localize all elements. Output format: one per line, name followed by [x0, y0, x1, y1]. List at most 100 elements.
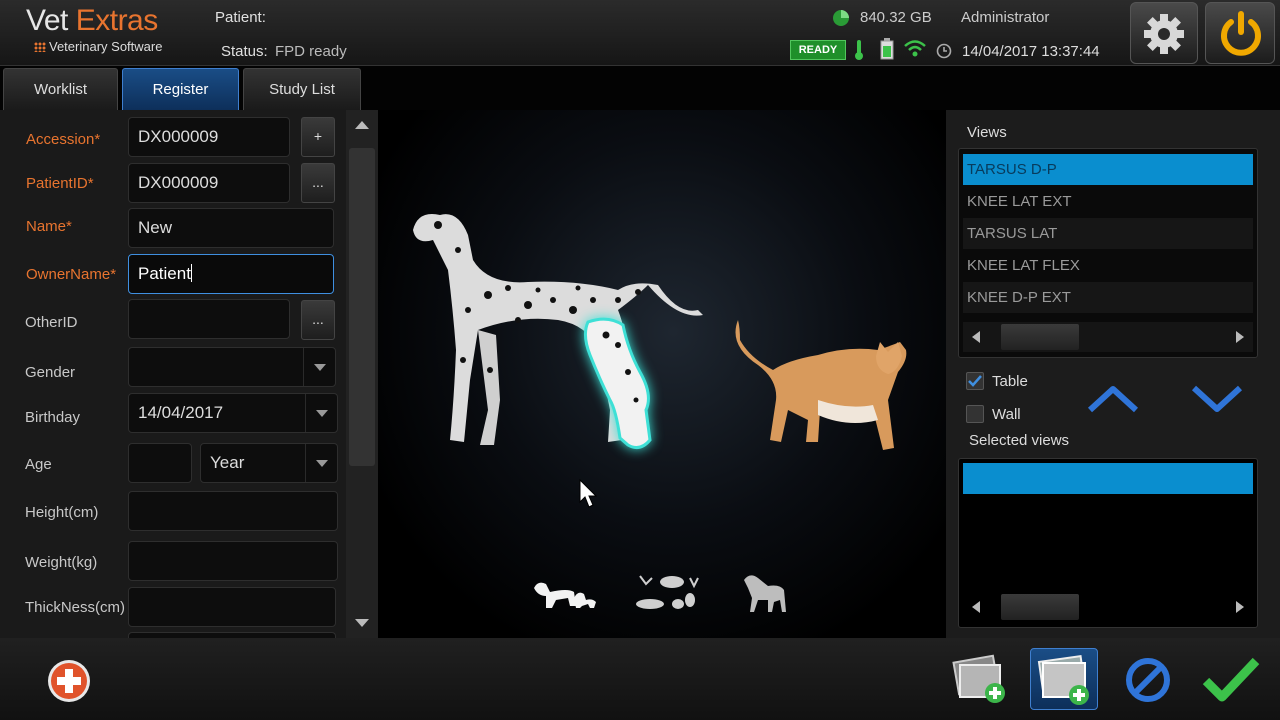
ready-badge: READY — [790, 40, 846, 60]
mouse-cursor — [579, 478, 598, 508]
chevron-up-icon[interactable] — [1086, 384, 1140, 414]
tab-worklist[interactable]: Worklist — [3, 68, 118, 110]
gear-icon — [1144, 14, 1184, 54]
other-id-input[interactable] — [128, 299, 290, 339]
gender-label: Gender — [25, 364, 76, 381]
scroll-up-icon[interactable] — [355, 120, 369, 130]
accession-input[interactable]: DX000009 — [128, 117, 290, 157]
patient-id-label: PatientID* — [26, 175, 94, 192]
age-input[interactable] — [128, 443, 192, 483]
selected-views-hscrollbar[interactable] — [963, 592, 1253, 622]
status-label: Status: — [221, 43, 268, 60]
age-label: Age — [25, 456, 52, 473]
highlighted-hind-leg[interactable] — [583, 317, 652, 450]
scroll-left-icon[interactable] — [971, 601, 981, 613]
scroll-left-icon[interactable] — [971, 331, 981, 343]
tab-study-list[interactable]: Study List — [243, 68, 361, 110]
datetime: 14/04/2017 13:37:44 — [962, 43, 1100, 60]
add-patient-icon — [48, 660, 90, 702]
chevron-down-icon — [305, 444, 337, 482]
power-icon — [1221, 11, 1261, 56]
thickness-input[interactable] — [128, 587, 336, 627]
text-cursor — [190, 264, 192, 282]
cancel-icon — [1126, 658, 1170, 702]
gender-select[interactable] — [128, 347, 336, 387]
patient-id-input[interactable]: DX000009 — [128, 163, 290, 203]
wall-label: Wall — [992, 406, 1021, 423]
owner-name-input[interactable]: Patient — [128, 254, 334, 294]
cancel-button[interactable] — [1118, 651, 1182, 709]
grid-icon — [34, 42, 46, 52]
chevron-down-icon — [303, 348, 335, 386]
owner-name-text: Patient — [138, 264, 191, 283]
birthday-value: 14/04/2017 — [138, 403, 224, 422]
cat-figure[interactable] — [735, 320, 907, 450]
logo-accent: Extras — [75, 4, 159, 37]
scroll-down-icon[interactable] — [355, 618, 369, 628]
form-scrollbar[interactable] — [346, 110, 378, 638]
view-item[interactable]: KNEE LAT EXT — [963, 186, 1253, 217]
user-name: Administrator — [961, 9, 1050, 26]
add-image-button[interactable] — [948, 651, 1012, 709]
weight-input[interactable] — [128, 541, 338, 581]
clock-icon — [936, 43, 952, 59]
scroll-right-icon[interactable] — [1235, 331, 1245, 343]
age-unit-value: Year — [210, 453, 245, 472]
checkmark-icon — [968, 375, 982, 387]
header-bar: Vet Extras Veterinary Software Patient: … — [0, 0, 1280, 66]
scrollbar-thumb[interactable] — [1001, 324, 1079, 350]
views-title: Views — [967, 124, 1007, 141]
view-item[interactable]: KNEE D-P EXT — [963, 282, 1253, 313]
add-image-icon — [952, 654, 1005, 703]
anatomy-canvas — [413, 214, 907, 612]
power-button[interactable] — [1205, 2, 1275, 64]
anatomy-selector — [378, 110, 946, 638]
confirm-icon — [1202, 657, 1260, 702]
chevron-down-icon[interactable] — [1190, 384, 1244, 414]
status-value: FPD ready — [275, 43, 347, 60]
chevron-down-icon — [305, 394, 337, 432]
add-study-button[interactable] — [1030, 648, 1098, 710]
app-logo: Vet Extras — [26, 4, 158, 38]
settings-button[interactable] — [1130, 2, 1198, 64]
species-dog-cat[interactable] — [534, 582, 596, 608]
tab-register[interactable]: Register — [122, 68, 239, 110]
wifi-icon — [904, 40, 926, 57]
species-horse[interactable] — [744, 575, 786, 612]
confirm-button[interactable] — [1200, 651, 1264, 709]
other-id-browse-button[interactable]: ... — [301, 300, 335, 340]
selected-view-item[interactable] — [963, 463, 1253, 494]
view-item[interactable]: TARSUS LAT — [963, 218, 1253, 249]
thickness-label: ThickNess(cm) — [25, 599, 125, 616]
table-label: Table — [992, 373, 1028, 390]
add-patient-button[interactable] — [40, 651, 104, 709]
height-input[interactable] — [128, 491, 338, 531]
disk-icon — [833, 10, 849, 26]
name-label: Name* — [26, 218, 72, 235]
species-exotic[interactable] — [636, 575, 699, 609]
height-label: Height(cm) — [25, 504, 99, 521]
age-unit-select[interactable]: Year — [200, 443, 338, 483]
dog-figure[interactable] — [413, 214, 703, 445]
birthday-picker[interactable]: 14/04/2017 — [128, 393, 338, 433]
disk-free: 840.32 GB — [860, 9, 932, 26]
accession-label: Accession* — [26, 131, 101, 148]
scroll-right-icon[interactable] — [1235, 601, 1245, 613]
views-hscrollbar[interactable] — [963, 322, 1253, 352]
patient-id-browse-button[interactable]: ... — [301, 163, 335, 203]
birthday-label: Birthday — [25, 409, 81, 426]
app-window: Vet Extras Veterinary Software Patient: … — [0, 0, 1280, 720]
view-item[interactable]: TARSUS D-P — [963, 154, 1253, 185]
battery-icon — [880, 38, 894, 60]
app-subtitle-text: Veterinary Software — [49, 39, 163, 54]
scrollbar-thumb[interactable] — [1001, 594, 1079, 620]
add-study-icon — [1037, 654, 1089, 705]
scrollbar-thumb[interactable] — [349, 148, 375, 466]
table-checkbox[interactable] — [966, 372, 984, 390]
name-input[interactable]: New — [128, 208, 334, 248]
patient-label: Patient: — [215, 9, 266, 26]
wall-checkbox[interactable] — [966, 405, 984, 423]
selected-views-title: Selected views — [969, 432, 1070, 449]
view-item[interactable]: KNEE LAT FLEX — [963, 250, 1253, 281]
add-accession-button[interactable]: + — [301, 117, 335, 157]
